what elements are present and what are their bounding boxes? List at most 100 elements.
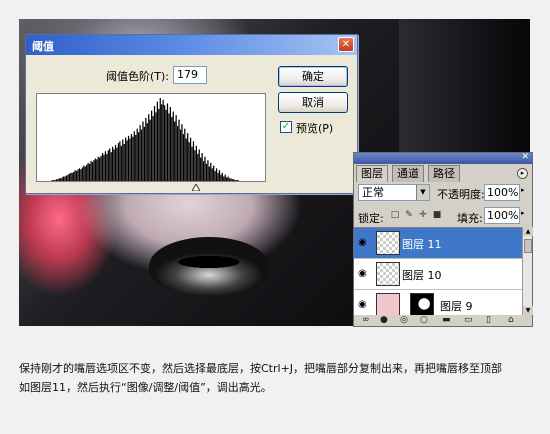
lock-position-icon[interactable]: ✛ (418, 210, 428, 221)
histogram-bar (171, 116, 173, 181)
histogram-bar (185, 138, 187, 181)
blend-mode-select[interactable]: 正常 ▼ (358, 184, 430, 201)
dialog-titlebar[interactable]: 阈值 ✕ (26, 35, 357, 55)
preview-checkbox[interactable]: ✓ (280, 121, 292, 133)
tab-channels[interactable]: 通道 (392, 165, 424, 182)
histogram-bar (218, 170, 221, 181)
histogram-bar (122, 139, 124, 181)
visibility-eye-icon[interactable]: ◉ (358, 299, 372, 311)
panel-titlebar[interactable]: ✕ (354, 152, 532, 164)
histogram-bar (236, 180, 238, 181)
histogram-bar (226, 177, 228, 181)
histogram-bar (117, 143, 120, 181)
histogram-bar (149, 119, 151, 181)
histogram-bar (61, 177, 63, 181)
histogram-bar (194, 150, 196, 181)
opacity-dropdown-icon[interactable]: ▸ (521, 186, 525, 194)
panel-menu-icon[interactable]: ▸ (517, 168, 528, 179)
histogram-bar (184, 128, 186, 181)
histogram-bar (208, 166, 210, 181)
histogram-bar (73, 171, 75, 181)
histogram-bar (182, 134, 184, 181)
tab-layers[interactable]: 图层 (356, 165, 388, 182)
histogram-bar (145, 117, 147, 181)
scroll-thumb[interactable] (524, 239, 532, 253)
adjustment-layer-icon[interactable]: ○ (420, 315, 428, 326)
layers-panel: ✕ 图层 通道 路径 ▸ 正常 ▼ 不透明度: 100% ▸ 锁定: □ ✎ ✛… (353, 152, 533, 327)
caption: 保持刚才的嘴唇选项区不变，然后选择最底层，按Ctrl+J，把嘴唇部分复制出来，再… (19, 359, 535, 397)
histogram-bar (81, 167, 83, 181)
histogram-bar (100, 155, 102, 181)
histogram-bar (74, 170, 76, 181)
histogram-bar (103, 154, 105, 181)
histogram-bar (68, 173, 70, 181)
histogram-bar (148, 114, 150, 181)
fill-input[interactable]: 100% (484, 207, 520, 224)
layer-row-9[interactable]: ◉ 图层 9 (354, 290, 522, 315)
histogram-bar (97, 156, 99, 181)
lock-all-icon[interactable]: ■ (432, 210, 442, 221)
histogram-bar (87, 162, 89, 181)
layer-thumbnail (376, 293, 400, 315)
histogram-bar (166, 103, 169, 181)
layer-list-scrollbar[interactable]: ▲ ▼ (522, 227, 533, 315)
histogram-bar (168, 113, 170, 181)
new-layer-icon[interactable]: ▭ (464, 315, 473, 326)
histogram-bar (178, 119, 180, 181)
histogram-bar (55, 179, 57, 181)
histogram-bar (221, 172, 223, 181)
histogram-bar (231, 179, 234, 181)
lock-image-icon[interactable]: ✎ (404, 210, 414, 221)
lock-transparent-icon[interactable]: □ (390, 210, 400, 221)
threshold-slider-handle[interactable] (192, 184, 200, 191)
fill-dropdown-icon[interactable]: ▸ (521, 209, 525, 217)
histogram-bar (78, 168, 81, 181)
histogram-bar (135, 134, 137, 181)
histogram-bar (146, 123, 148, 181)
histogram-bar (106, 153, 108, 181)
histogram-bar (57, 179, 59, 181)
histogram-bar (234, 180, 236, 181)
link-layers-icon[interactable]: ∞ (362, 315, 370, 326)
histogram-bar (133, 131, 135, 181)
histogram-bar (188, 142, 190, 181)
dialog-title: 阈值 (32, 40, 54, 53)
panel-footer: ∞ ● ◎ ○ ▬ ▭ ▯ ⌂ (354, 315, 532, 326)
histogram-bar (132, 136, 134, 181)
tab-paths[interactable]: 路径 (428, 165, 460, 182)
histogram-bar (91, 162, 94, 181)
opacity-input[interactable]: 100% (484, 184, 520, 201)
cancel-button[interactable]: 取消 (278, 92, 348, 113)
histogram-bar (138, 132, 140, 181)
histogram-bar (204, 156, 206, 181)
threshold-level-input[interactable]: 179 (173, 66, 207, 84)
scroll-down-icon[interactable]: ▼ (523, 306, 533, 315)
chevron-down-icon: ▼ (416, 185, 429, 200)
histogram-bar (112, 146, 114, 181)
preview-label: 预览(P) (296, 122, 334, 135)
panel-close-icon[interactable]: ✕ (521, 152, 529, 162)
histogram-bar (86, 164, 88, 181)
histogram-bar (58, 178, 60, 181)
delete-layer-icon[interactable]: ▯ (486, 315, 491, 326)
scroll-up-icon[interactable]: ▲ (523, 227, 533, 236)
close-icon[interactable]: ✕ (338, 37, 354, 52)
histogram-bar (189, 137, 192, 181)
visibility-eye-icon[interactable]: ◉ (358, 268, 372, 280)
histogram-bar (116, 147, 118, 181)
histogram-bar (51, 180, 53, 181)
layer-style-icon[interactable]: ● (380, 315, 388, 326)
histogram-bar (125, 137, 127, 181)
add-mask-icon[interactable]: ◎ (400, 315, 408, 326)
histogram-bar (159, 98, 161, 181)
ok-button[interactable]: 确定 (278, 66, 348, 87)
histogram-bar (88, 163, 91, 181)
histogram-bar (71, 172, 73, 181)
layer-row-11[interactable]: ◉ 图层 11 (354, 228, 522, 259)
new-group-icon[interactable]: ▬ (442, 315, 451, 326)
home-icon[interactable]: ⌂ (508, 315, 514, 326)
visibility-eye-icon[interactable]: ◉ (358, 237, 372, 249)
histogram-bar (83, 165, 85, 181)
layer-row-10[interactable]: ◉ 图层 10 (354, 259, 522, 290)
histogram-bar (65, 175, 68, 181)
